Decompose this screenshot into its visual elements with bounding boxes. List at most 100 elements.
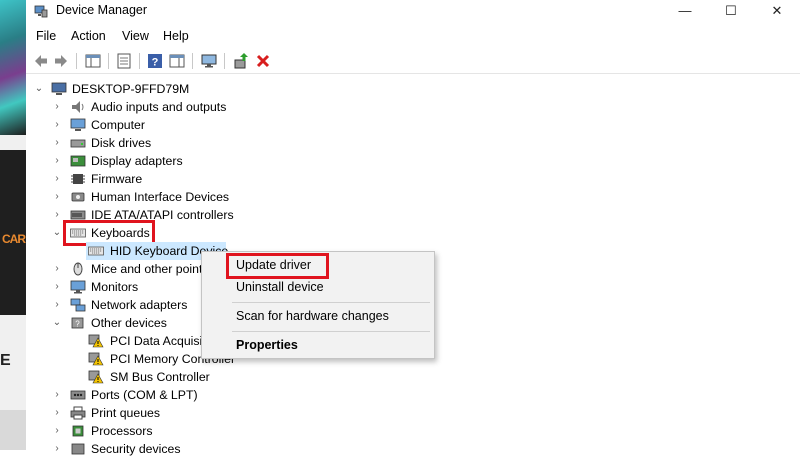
window-title: Device Manager — [56, 3, 148, 17]
computer-icon — [51, 82, 67, 95]
warning-device-icon — [88, 352, 104, 366]
device-manager-app-icon — [34, 5, 48, 18]
tree-category-print-queues[interactable]: › Print queues — [52, 404, 352, 422]
context-menu-scan-hardware[interactable]: Scan for hardware changes — [236, 309, 389, 323]
security-icon — [71, 443, 85, 455]
scan-hardware-monitor-icon[interactable] — [200, 52, 218, 70]
close-button[interactable]: ✕ — [754, 0, 800, 22]
menu-view[interactable]: View — [122, 29, 149, 43]
tree-category-label: Mice and other point — [91, 262, 203, 276]
tree-category-computer[interactable]: › Computer — [52, 116, 352, 134]
chevron-right-icon[interactable]: › — [52, 278, 62, 296]
network-icon — [70, 298, 86, 312]
tree-root-node[interactable]: ⌄ DESKTOP-9FFD79M — [34, 80, 334, 98]
toolbar-separator — [108, 53, 109, 69]
toolbar-separator — [139, 53, 140, 69]
background-grey-block — [0, 410, 26, 450]
tree-category-disk-drives[interactable]: › Disk drives — [52, 134, 352, 152]
tree-category-display-adapters[interactable]: › Display adapters — [52, 152, 352, 170]
chevron-down-icon[interactable]: ⌄ — [52, 314, 62, 332]
tree-device-sm-bus-controller[interactable]: SM Bus Controller — [88, 368, 288, 386]
disk-icon — [70, 139, 86, 148]
tree-device-label: SM Bus Controller — [110, 370, 210, 384]
tree-category-label: Processors — [91, 424, 153, 438]
uninstall-device-x-icon[interactable] — [254, 52, 272, 70]
chevron-right-icon[interactable]: › — [52, 116, 62, 134]
computer-icon — [70, 118, 86, 131]
tree-category-label: Print queues — [91, 406, 161, 420]
chevron-right-icon[interactable]: › — [52, 98, 62, 116]
help-icon[interactable]: ? — [146, 52, 164, 70]
svg-text:?: ? — [152, 57, 159, 69]
background-desktop: CAR E — [0, 0, 26, 450]
tree-category-label: Other devices — [91, 316, 167, 330]
context-menu-properties[interactable]: Properties — [236, 338, 298, 352]
chevron-down-icon[interactable]: ⌄ — [34, 80, 44, 98]
context-menu-separator — [232, 331, 430, 332]
hid-icon — [71, 192, 85, 202]
chevron-right-icon[interactable]: › — [52, 188, 62, 206]
device-manager-window: Device Manager — ☐ ✕ File Action View He… — [26, 0, 800, 456]
chevron-right-icon[interactable]: › — [52, 404, 62, 422]
tree-root-label: DESKTOP-9FFD79M — [72, 82, 190, 96]
display-adapter-icon — [70, 155, 86, 167]
chevron-right-icon[interactable]: › — [52, 386, 62, 404]
tree-category-label: Security devices — [91, 442, 181, 456]
tree-category-label: Monitors — [91, 280, 139, 294]
tree-category-firmware[interactable]: › Firmware — [52, 170, 352, 188]
tree-category-label: Audio inputs and outputs — [91, 100, 227, 114]
tree-category-label: Network adapters — [91, 298, 188, 312]
tree-category-processors[interactable]: › Processors — [52, 422, 352, 440]
chevron-down-icon[interactable]: ⌄ — [52, 224, 62, 242]
tree-category-label: Computer — [91, 118, 145, 132]
menu-help[interactable]: Help — [163, 29, 189, 43]
action-pane-icon[interactable] — [168, 52, 186, 70]
context-menu-separator — [232, 302, 430, 303]
context-menu-uninstall-device[interactable]: Uninstall device — [236, 280, 324, 294]
tree-category-label: Display adapters — [91, 154, 183, 168]
toolbar-separator — [192, 53, 193, 69]
tree-category-label: Ports (COM & LPT) — [91, 388, 198, 402]
chevron-right-icon[interactable]: › — [52, 440, 62, 458]
toolbar-separator — [76, 53, 77, 69]
maximize-button[interactable]: ☐ — [708, 0, 754, 22]
toolbar: ? — [26, 49, 800, 74]
background-wallpaper-art — [0, 0, 26, 135]
keyboard-icon — [88, 246, 104, 256]
minimize-button[interactable]: — — [662, 0, 708, 22]
properties-sheet-icon[interactable] — [115, 52, 133, 70]
tree-category-hid[interactable]: › Human Interface Devices — [52, 188, 352, 206]
chevron-right-icon[interactable]: › — [52, 296, 62, 314]
chevron-right-icon[interactable]: › — [52, 170, 62, 188]
chevron-right-icon[interactable]: › — [52, 134, 62, 152]
svg-text:?: ? — [75, 320, 80, 329]
firmware-icon — [71, 174, 85, 184]
menu-file[interactable]: File — [36, 29, 56, 43]
tree-device-label: PCI Data Acquisit — [110, 334, 206, 348]
warning-device-icon — [88, 370, 104, 384]
tree-category-label: Firmware — [91, 172, 143, 186]
show-hide-console-tree-icon[interactable] — [84, 52, 102, 70]
other-devices-icon: ? — [71, 317, 84, 329]
update-driver-icon[interactable] — [232, 52, 250, 70]
warning-device-icon — [88, 334, 104, 348]
context-menu: Update driver Uninstall device Scan for … — [201, 251, 435, 359]
background-logo-text: CAR — [2, 232, 26, 246]
port-icon — [70, 390, 86, 400]
processor-icon — [72, 425, 84, 437]
background-letter-text: E — [0, 352, 11, 369]
tree-category-label: Human Interface Devices — [91, 190, 230, 204]
forward-arrow-icon[interactable] — [52, 52, 70, 70]
tree-category-ports[interactable]: › Ports (COM & LPT) — [52, 386, 352, 404]
tree-category-label: Disk drives — [91, 136, 152, 150]
menu-action[interactable]: Action — [71, 29, 106, 43]
tree-category-security-devices[interactable]: › Security devices — [52, 440, 352, 458]
chevron-right-icon[interactable]: › — [52, 422, 62, 440]
tree-category-audio[interactable]: › Audio inputs and outputs — [52, 98, 352, 116]
back-arrow-icon[interactable] — [32, 52, 50, 70]
printer-icon — [70, 406, 86, 420]
chevron-right-icon[interactable]: › — [52, 206, 62, 224]
chevron-right-icon[interactable]: › — [52, 260, 62, 278]
update-driver-highlight-box — [226, 253, 329, 279]
chevron-right-icon[interactable]: › — [52, 152, 62, 170]
